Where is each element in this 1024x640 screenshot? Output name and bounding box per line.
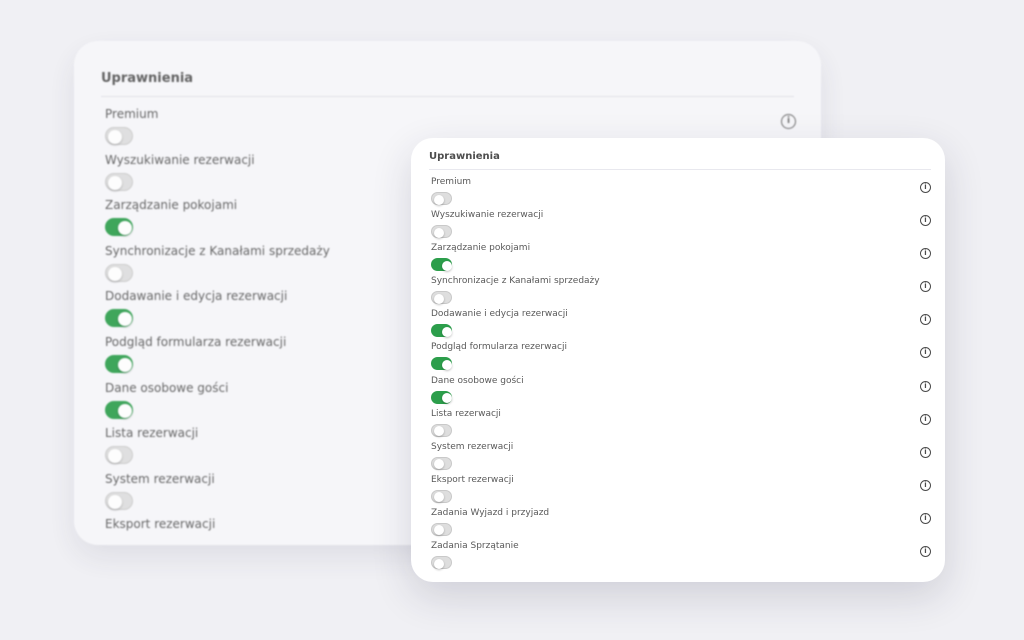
permission-label: Zarządzanie pokojami (105, 198, 238, 213)
toggle-switch-off[interactable] (431, 423, 452, 437)
permission-row: Synchronizacje z Kanałami sprzedaży i (431, 276, 931, 309)
info-icon[interactable]: i (920, 314, 931, 326)
toggle-knob (433, 525, 444, 536)
toggle-switch-on[interactable] (431, 324, 452, 338)
permission-row: Eksport rezerwacji i (431, 475, 931, 508)
permission-label: Synchronizacje z Kanałami sprzedaży (431, 276, 600, 287)
toggle-knob (118, 221, 132, 236)
info-icon[interactable]: i (920, 479, 931, 491)
info-icon[interactable]: i (920, 248, 931, 260)
toggle-knob (441, 393, 452, 404)
toggle-knob (118, 312, 132, 327)
toggle-switch-on[interactable] (105, 309, 133, 328)
toggle-knob (441, 359, 452, 370)
toggle-knob (433, 426, 444, 437)
toggle-knob (108, 494, 122, 509)
permission-label: System rezerwacji (431, 441, 514, 452)
permission-label: Premium (431, 177, 472, 187)
toggle-switch-on[interactable] (431, 390, 452, 404)
permission-row: Zadania Sprzątanie i (431, 541, 931, 574)
card-title: Uprawnienia (429, 151, 500, 162)
toggle-switch-off[interactable] (431, 522, 452, 536)
toggle-switch-off[interactable] (105, 127, 133, 145)
toggle-switch-off[interactable] (431, 225, 452, 239)
permission-row: Podgląd formularza rezerwacji i (431, 342, 931, 375)
permission-label: Wyszukiwanie rezerwacji (105, 152, 255, 167)
permission-label: Podgląd formularza rezerwacji (431, 342, 567, 353)
title-divider (101, 96, 794, 97)
toggle-switch-on[interactable] (431, 258, 452, 272)
permissions-card: Uprawnienia Premium i Wyszukiwanie rezerwa… (411, 138, 945, 582)
toggle-switch-on[interactable] (431, 357, 452, 371)
info-icon[interactable]: i (920, 512, 931, 524)
permission-row: Dodawanie i edycja rezerwacji i (431, 309, 931, 342)
info-icon[interactable]: i (920, 182, 931, 193)
toggle-switch-off[interactable] (431, 192, 452, 205)
toggle-knob (441, 326, 452, 337)
permission-label: Zadania Sprzątanie (431, 541, 519, 552)
permission-label: Podgląd formularza rezerwacji (105, 334, 287, 349)
toggle-switch-on[interactable] (105, 400, 133, 419)
title-divider (429, 169, 931, 170)
info-icon[interactable]: i (920, 281, 931, 293)
toggle-switch-on[interactable] (105, 218, 133, 237)
toggle-switch-off[interactable] (431, 556, 452, 570)
permission-row: Premium i (431, 177, 931, 210)
permission-label: Dodawanie i edycja rezerwacji (431, 309, 568, 320)
toggle-switch-on[interactable] (105, 354, 133, 373)
permission-list: Premium i Wyszukiwanie rezerwacji i Zarządza… (431, 177, 931, 574)
permission-row: Zarządzanie pokojami i (431, 243, 931, 276)
toggle-knob (433, 558, 444, 569)
permission-label: System rezerwacji (105, 471, 215, 486)
toggle-knob (108, 175, 122, 190)
toggle-knob (433, 293, 444, 304)
permission-row: System rezerwacji i (431, 442, 931, 475)
permission-label: Zadania Wyjazd i przyjazd (431, 507, 550, 518)
permission-label: Eksport rezerwacji (431, 474, 514, 485)
permission-row: Wyszukiwanie rezerwacji i (431, 210, 931, 243)
toggle-knob (441, 260, 452, 271)
toggle-switch-off[interactable] (431, 489, 452, 503)
info-icon[interactable]: i (920, 215, 931, 227)
info-icon[interactable]: i (920, 380, 931, 392)
card-title: Uprawnienia (101, 71, 194, 86)
permission-label: Lista rezerwacji (431, 408, 501, 419)
toggle-knob (433, 459, 444, 470)
info-icon[interactable]: i (920, 546, 931, 558)
toggle-switch-off[interactable] (105, 263, 133, 282)
permission-label: Premium (105, 107, 159, 121)
info-icon[interactable]: i (920, 446, 931, 458)
toggle-knob (118, 403, 132, 418)
toggle-knob (118, 357, 132, 372)
toggle-switch-off[interactable] (431, 291, 452, 305)
toggle-knob (433, 492, 444, 503)
permission-label: Zarządzanie pokojami (431, 243, 531, 254)
permission-row: Zadania Wyjazd i przyjazd i (431, 508, 931, 541)
toggle-switch-off[interactable] (105, 491, 133, 510)
permission-label: Synchronizacje z Kanałami sprzedaży (105, 243, 330, 258)
info-icon[interactable]: i (920, 347, 931, 359)
permission-label: Lista rezerwacji (105, 426, 199, 441)
info-icon[interactable]: i (920, 413, 931, 425)
toggle-knob (108, 266, 122, 281)
permission-label: Eksport rezerwacji (105, 517, 216, 532)
toggle-knob (108, 449, 122, 464)
toggle-knob (433, 227, 444, 238)
permission-label: Wyszukiwanie rezerwacji (431, 210, 544, 221)
permission-row: Lista rezerwacji i (431, 409, 931, 442)
toggle-switch-off[interactable] (431, 456, 452, 470)
toggle-knob (433, 194, 444, 205)
permission-row: Dane osobowe gości i (431, 376, 931, 409)
toggle-switch-off[interactable] (105, 172, 133, 191)
permission-label: Dane osobowe gości (431, 375, 524, 386)
toggle-knob (108, 130, 122, 144)
permission-label: Dane osobowe gości (105, 380, 229, 395)
permission-label: Dodawanie i edycja rezerwacji (105, 289, 288, 304)
toggle-switch-off[interactable] (105, 446, 133, 465)
